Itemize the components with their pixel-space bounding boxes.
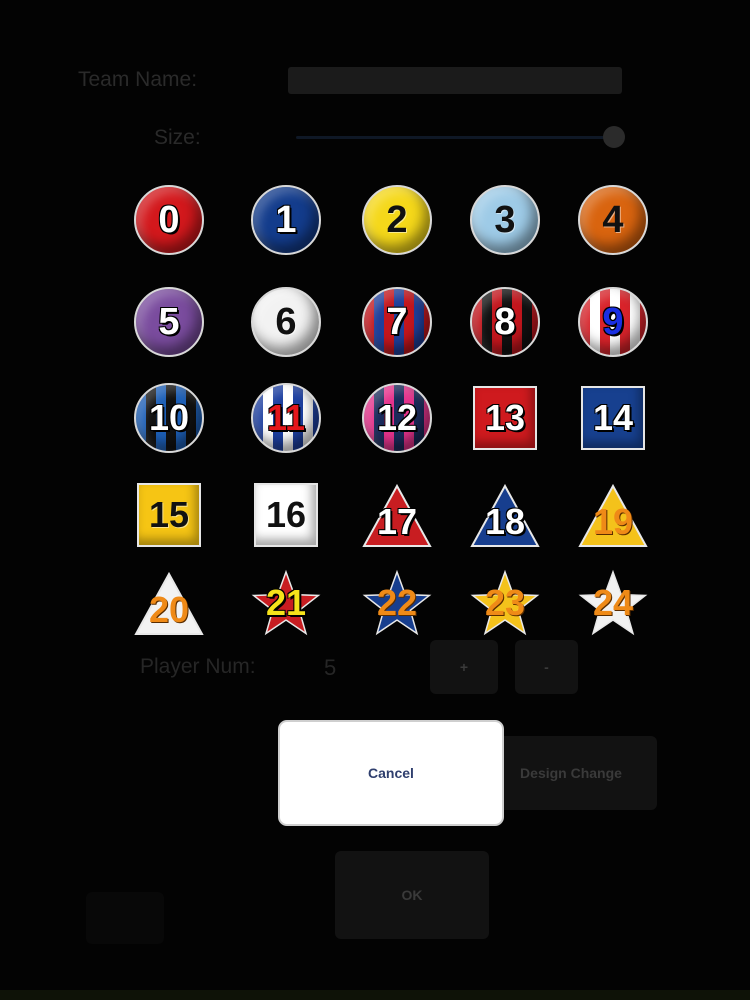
decrement-player-button[interactable]: - bbox=[515, 640, 578, 694]
player-icon-number: 16 bbox=[265, 494, 307, 535]
player-icon-13[interactable]: 13 bbox=[470, 383, 540, 453]
player-icon-0[interactable]: 0 bbox=[134, 185, 204, 255]
player-icon-3[interactable]: 3 bbox=[470, 185, 540, 255]
player-num-value: 5 bbox=[324, 655, 337, 680]
player-icon-number: 20 bbox=[148, 589, 190, 630]
player-icon-12[interactable]: 12 bbox=[362, 383, 432, 453]
player-icon-number: 0 bbox=[158, 199, 180, 241]
player-icon-number: 8 bbox=[494, 301, 516, 343]
player-icon-24[interactable]: 24 bbox=[578, 568, 648, 638]
player-icon-16[interactable]: 16 bbox=[251, 480, 321, 550]
design-change-button[interactable]: Design Change bbox=[485, 736, 657, 810]
increment-player-button[interactable]: + bbox=[430, 640, 498, 694]
size-label: Size: bbox=[154, 126, 201, 149]
cancel-button[interactable]: Cancel bbox=[278, 720, 504, 826]
player-icon-1[interactable]: 1 bbox=[251, 185, 321, 255]
player-icon-number: 11 bbox=[266, 397, 306, 438]
size-slider-track[interactable] bbox=[296, 136, 614, 139]
player-icon-number: 10 bbox=[148, 397, 190, 438]
player-icon-6[interactable]: 6 bbox=[251, 287, 321, 357]
player-icon-4[interactable]: 4 bbox=[578, 185, 648, 255]
player-icon-number: 1 bbox=[275, 199, 297, 241]
player-icon-number: 7 bbox=[386, 301, 408, 343]
player-icon-grid: 0 1 2 3 4 5 6 7 8 9 10 11 12 13 14 15 16 17 18 19 20 21 22 23 24 bbox=[112, 164, 668, 654]
player-icon-number: 23 bbox=[484, 582, 526, 623]
player-icon-number: 24 bbox=[592, 582, 634, 623]
player-icon-15[interactable]: 15 bbox=[134, 480, 204, 550]
player-icon-14[interactable]: 14 bbox=[578, 383, 648, 453]
player-num-label: Player Num: bbox=[140, 655, 256, 678]
player-icon-number: 2 bbox=[386, 199, 408, 241]
player-icon-18[interactable]: 18 bbox=[470, 480, 540, 550]
player-icon-5[interactable]: 5 bbox=[134, 287, 204, 357]
player-icon-2[interactable]: 2 bbox=[362, 185, 432, 255]
player-icon-number: 19 bbox=[592, 501, 634, 542]
player-icon-19[interactable]: 19 bbox=[578, 480, 648, 550]
player-icon-number: 5 bbox=[158, 301, 180, 343]
player-icon-number: 6 bbox=[275, 301, 297, 343]
player-icon-number: 4 bbox=[602, 199, 624, 241]
bottom-left-panel bbox=[86, 892, 164, 944]
player-icon-17[interactable]: 17 bbox=[362, 480, 432, 550]
player-icon-number: 3 bbox=[494, 199, 516, 241]
player-icon-23[interactable]: 23 bbox=[470, 568, 540, 638]
team-name-label: Team Name: bbox=[78, 68, 198, 91]
player-icon-number: 18 bbox=[484, 501, 526, 542]
player-icon-9[interactable]: 9 bbox=[578, 287, 648, 357]
player-icon-10[interactable]: 10 bbox=[134, 383, 204, 453]
player-icon-number: 13 bbox=[484, 397, 526, 438]
player-icon-8[interactable]: 8 bbox=[470, 287, 540, 357]
player-icon-number: 12 bbox=[376, 397, 418, 438]
player-icon-number: 15 bbox=[148, 494, 190, 535]
player-icon-21[interactable]: 21 bbox=[251, 568, 321, 638]
player-icon-number: 21 bbox=[265, 582, 307, 623]
player-icon-7[interactable]: 7 bbox=[362, 287, 432, 357]
player-icon-number: 14 bbox=[592, 397, 634, 438]
size-slider-thumb[interactable] bbox=[603, 126, 625, 148]
player-icon-number: 17 bbox=[376, 501, 418, 542]
player-icon-11[interactable]: 11 bbox=[251, 383, 321, 453]
team-name-input[interactable] bbox=[288, 67, 622, 94]
player-icon-number: 9 bbox=[602, 301, 624, 343]
player-icon-22[interactable]: 22 bbox=[362, 568, 432, 638]
player-icon-20[interactable]: 20 bbox=[134, 568, 204, 638]
player-icon-number: 22 bbox=[376, 582, 418, 623]
ok-button[interactable]: OK bbox=[335, 851, 489, 939]
bottom-strip bbox=[0, 990, 750, 1000]
